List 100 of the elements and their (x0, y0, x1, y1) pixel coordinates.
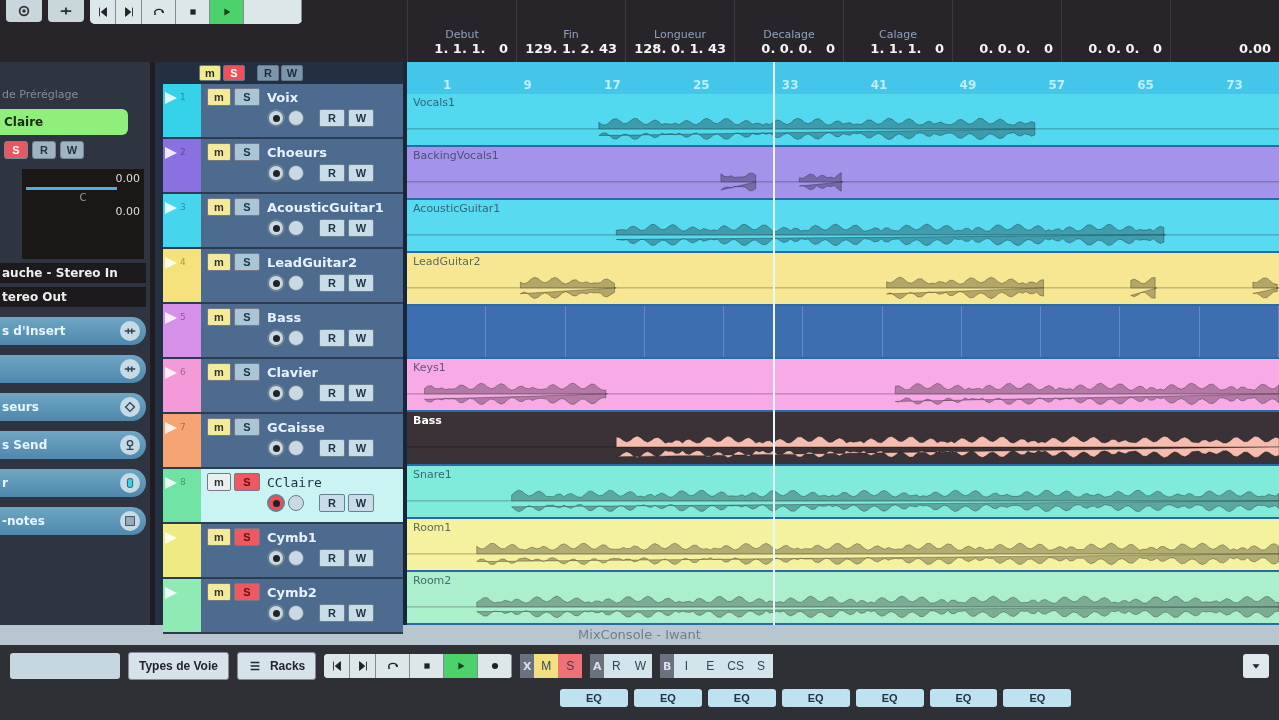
record-enable-button[interactable] (267, 494, 285, 512)
filter-button[interactable]: CS (722, 654, 749, 678)
transport-button[interactable] (478, 654, 513, 678)
record-enable-button[interactable] (267, 164, 285, 182)
write-button[interactable]: W (348, 604, 374, 622)
channel-types-button[interactable]: Types de Voie (128, 652, 229, 680)
mute-button[interactable]: m (207, 583, 231, 601)
read-button[interactable]: R (319, 219, 345, 237)
write-button[interactable]: W (348, 494, 374, 512)
global-toggle-button[interactable]: m (199, 65, 221, 81)
audio-clip[interactable]: Keys1 (407, 359, 1279, 413)
solo-button[interactable]: S (234, 198, 260, 216)
mute-button[interactable]: m (207, 363, 231, 381)
filter-button[interactable]: S (748, 654, 773, 678)
transport-button[interactable] (116, 0, 142, 24)
field-value[interactable]: 0. 0. 0. 0 (1088, 41, 1162, 56)
record-enable-button[interactable] (267, 439, 285, 457)
write-button[interactable]: W (348, 219, 374, 237)
audio-clip[interactable]: LeadGuitar2 (407, 253, 1279, 307)
track-header[interactable]: m S Clavier R W (201, 359, 403, 412)
write-button[interactable]: W (348, 384, 374, 402)
read-button[interactable]: R (319, 494, 345, 512)
transport-button[interactable] (324, 654, 351, 678)
global-toggle-button[interactable]: R (257, 65, 279, 81)
track-header[interactable]: m S Voix R W (201, 84, 403, 137)
track-header[interactable]: m S Choeurs R W (201, 139, 403, 192)
write-button[interactable]: W (348, 164, 374, 182)
track-name-field[interactable]: Claire (0, 109, 128, 135)
solo-button[interactable]: S (234, 363, 260, 381)
record-enable-button[interactable] (267, 109, 285, 127)
monitor-button[interactable] (288, 385, 304, 401)
read-button[interactable]: R (319, 329, 345, 347)
audio-clip[interactable]: Room2 (407, 571, 1279, 626)
toolbar-button[interactable] (48, 0, 84, 22)
monitor-button[interactable] (288, 165, 304, 181)
field-value[interactable]: 1. 1. 1. 0 (870, 41, 944, 56)
field-value[interactable]: 129. 1. 2. 43 (525, 41, 617, 56)
write-button[interactable]: W (348, 439, 374, 457)
track-header[interactable]: m S Cymb1 R W (201, 524, 403, 577)
solo-button[interactable]: S (234, 473, 260, 491)
record-enable-button[interactable] (267, 384, 285, 402)
read-button[interactable]: R (319, 549, 345, 567)
eq-button[interactable]: EQ (633, 689, 702, 707)
inspector-button[interactable]: W (60, 141, 84, 159)
read-button[interactable]: R (319, 384, 345, 402)
output-routing[interactable]: tereo Out (0, 287, 146, 307)
filter-button[interactable]: W (628, 654, 653, 678)
track-header[interactable]: m S Bass R W (201, 304, 403, 357)
field-value[interactable]: 1. 1. 1. 0 (434, 41, 508, 56)
record-enable-button[interactable] (267, 549, 285, 567)
mute-button[interactable]: m (207, 418, 231, 436)
monitor-button[interactable] (288, 220, 304, 236)
record-enable-button[interactable] (267, 329, 285, 347)
inspector-button[interactable]: S (4, 141, 28, 159)
mute-button[interactable]: m (207, 253, 231, 271)
global-toggle-button[interactable]: S (223, 65, 245, 81)
global-toggle-button[interactable]: W (281, 65, 303, 81)
input-routing[interactable]: auche - Stereo In (0, 263, 146, 283)
write-button[interactable]: W (348, 329, 374, 347)
eq-button[interactable]: EQ (855, 689, 924, 707)
track-header[interactable]: m S GCaisse R W (201, 414, 403, 467)
audio-clip[interactable]: Room1 (407, 518, 1279, 572)
read-button[interactable]: R (319, 604, 345, 622)
mute-button[interactable]: m (207, 143, 231, 161)
record-enable-button[interactable] (267, 219, 285, 237)
transport-button[interactable] (142, 0, 176, 24)
field-value[interactable]: 0.00 (1238, 41, 1271, 56)
solo-button[interactable]: S (234, 143, 260, 161)
solo-button[interactable]: S (234, 418, 260, 436)
solo-button[interactable]: S (234, 583, 260, 601)
eq-button[interactable]: EQ (707, 689, 776, 707)
mute-button[interactable]: m (207, 198, 231, 216)
monitor-button[interactable] (288, 605, 304, 621)
filter-button[interactable]: E (698, 654, 723, 678)
track-header[interactable]: m S CClaire R W (201, 469, 403, 522)
write-button[interactable]: W (348, 549, 374, 567)
inspector-section[interactable] (0, 355, 146, 383)
read-button[interactable]: R (319, 274, 345, 292)
read-button[interactable]: R (319, 109, 345, 127)
monitor-button[interactable] (288, 330, 304, 346)
racks-button[interactable]: Racks (236, 652, 317, 680)
solo-button[interactable]: S (234, 88, 260, 106)
monitor-button[interactable] (288, 550, 304, 566)
transport-button[interactable] (90, 0, 116, 24)
mute-button[interactable]: m (207, 528, 231, 546)
eq-button[interactable]: EQ (560, 689, 628, 707)
solo-button[interactable]: S (234, 308, 260, 326)
field-value[interactable]: 128. 0. 1. 43 (634, 41, 726, 56)
monitor-button[interactable] (288, 495, 304, 511)
audio-clip[interactable]: AcousticGuitar1 (407, 199, 1279, 253)
monitor-button[interactable] (288, 275, 304, 291)
monitor-button[interactable] (288, 440, 304, 456)
solo-button[interactable]: S (234, 253, 260, 271)
solo-button[interactable]: S (234, 528, 260, 546)
monitor-button[interactable] (288, 110, 304, 126)
mute-button[interactable]: m (207, 473, 231, 491)
field-value[interactable]: 0. 0. 0. 0 (979, 41, 1053, 56)
write-button[interactable]: W (348, 109, 374, 127)
record-enable-button[interactable] (267, 274, 285, 292)
filter-button[interactable]: R (604, 654, 629, 678)
